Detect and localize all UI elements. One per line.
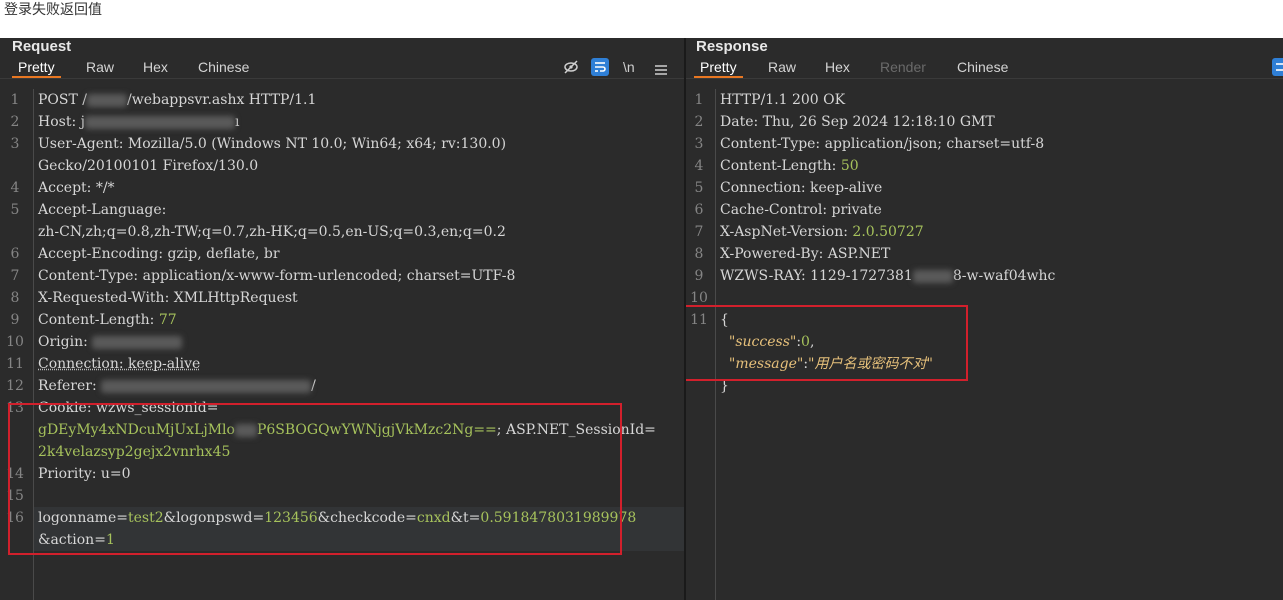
response-line: 7 X-AspNet-Version: 2.0.50727: [694, 224, 924, 240]
response-tab-render: Render: [880, 59, 926, 75]
request-line: 14 Priority: u=0: [6, 466, 131, 482]
response-line: }: [720, 378, 729, 394]
response-line: 3 Content-Type: application/json; charset…: [694, 136, 1045, 152]
response-editor[interactable]: 1 HTTP/1.1 200 OK 2 Date: Thu, 26 Sep 2024…: [686, 89, 1283, 600]
hide-nonprintable-icon[interactable]: [562, 58, 580, 76]
response-tab-raw[interactable]: Raw: [762, 56, 802, 78]
request-tab-chinese[interactable]: Chinese: [192, 56, 255, 78]
request-line: Gecko/20100101 Firefox/130.0: [38, 158, 259, 174]
request-line: 8 X-Requested-With: XMLHttpRequest: [10, 290, 298, 306]
request-line: 10 Origin:: [0, 331, 684, 353]
response-json-line: "success":0,: [728, 334, 815, 350]
request-line: 2 Host: jı: [10, 114, 240, 130]
request-line: 5 Accept-Language:: [10, 202, 167, 218]
redacted-origin: [92, 335, 183, 349]
response-tabbar: Pretty Raw Hex Render Chinese: [686, 56, 1283, 79]
response-line: 9 WZWS-RAY: 1129-1727381 8-w-waf04whc: [694, 268, 1056, 284]
word-wrap-icon[interactable]: [591, 58, 609, 76]
request-line: 3 User-Agent: Mozilla/5.0 (Windows NT 10.…: [10, 136, 507, 152]
response-title: Response: [696, 38, 768, 55]
request-line: 13 Cookie: wzws_sessionid=: [6, 400, 219, 416]
request-line: 15: [6, 488, 24, 504]
response-line: 2 Date: Thu, 26 Sep 2024 12:18:10 GMT: [694, 114, 995, 130]
redacted-referer: [101, 379, 312, 393]
response-line: 4 Content-Length: 50: [694, 158, 859, 174]
request-body-line: 16 logonname=test2&logonpswd=123456&check…: [6, 510, 637, 526]
request-line: 2k4velazsyp2gejx2vnrhx45: [38, 444, 231, 460]
redacted-host: [84, 115, 235, 129]
request-line: zh-CN,zh;q=0.8,zh-TW;q=0.7,zh-HK;q=0.5,e…: [38, 224, 506, 240]
caption: 登录失败返回值: [4, 1, 102, 17]
request-editor[interactable]: 1 POST //webappsvr.ashx HTTP/1.1 2 Host: j…: [0, 89, 684, 600]
response-json-line: "message":"用户名或密码不对": [728, 356, 933, 372]
response-line: 5 Connection: keep-alive: [694, 180, 883, 196]
request-tab-raw[interactable]: Raw: [80, 56, 120, 78]
response-panel: Response Pretty Raw Hex Render Chinese 1…: [686, 38, 1283, 600]
word-wrap-icon[interactable]: [1272, 58, 1283, 76]
request-tab-pretty[interactable]: Pretty: [12, 56, 61, 78]
newline-toggle-icon[interactable]: \n: [617, 56, 641, 78]
request-body-line: &action=1: [38, 532, 115, 548]
response-tab-pretty[interactable]: Pretty: [694, 56, 743, 78]
request-tabbar: Pretty Raw Hex Chinese \n: [0, 56, 684, 79]
request-line: 6 Accept-Encoding: gzip, deflate, br: [10, 246, 280, 262]
response-line: 8 X-Powered-By: ASP.NET: [694, 246, 891, 262]
request-line: 11 Connection: keep-alive: [6, 356, 201, 372]
response-line: 11{: [690, 312, 729, 328]
redacted-path: [87, 93, 127, 107]
response-line: 1 HTTP/1.1 200 OK: [694, 92, 846, 108]
request-tab-hex[interactable]: Hex: [137, 56, 174, 78]
request-line: 4 Accept: */*: [10, 180, 115, 196]
response-line: 10: [690, 290, 708, 306]
response-tab-hex[interactable]: Hex: [819, 56, 856, 78]
redacted-cookie: [234, 423, 257, 437]
request-line: 1 POST //webappsvr.ashx HTTP/1.1: [10, 92, 317, 108]
response-line: 6 Cache-Control: private: [694, 202, 882, 218]
request-line: 9 Content-Length: 77: [10, 312, 177, 328]
request-line: 7 Content-Type: application/x-www-form-ur…: [10, 268, 516, 284]
redacted-ray-id: [912, 269, 953, 283]
menu-icon[interactable]: [654, 61, 668, 79]
request-line: gDEyMy4xNDcuMjUxLjMlo P6SBOGQwYWNjgjVkMzc…: [38, 422, 656, 438]
request-panel: Request Pretty Raw Hex Chinese \n 1 POST …: [0, 38, 684, 600]
request-title: Request: [12, 38, 72, 55]
response-tab-chinese[interactable]: Chinese: [951, 56, 1014, 78]
request-line: 12 Referer: /: [6, 378, 316, 394]
